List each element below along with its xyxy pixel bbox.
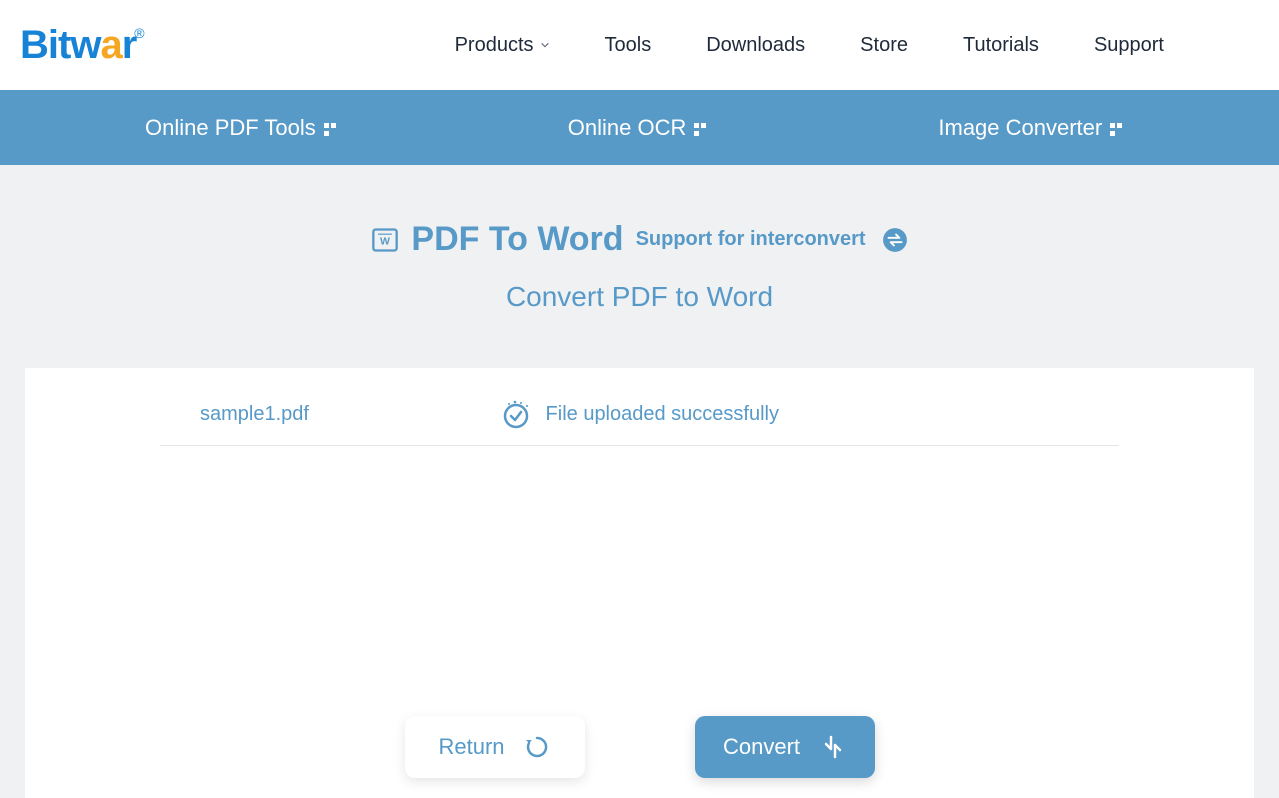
return-icon [523,733,551,761]
chevron-down-icon [540,40,550,50]
main-header: Bitwar ® Products Tools Downloads Store … [0,0,1279,90]
nav-tutorials-label: Tutorials [963,34,1039,57]
nav-store-label: Store [860,34,908,57]
return-button-label: Return [438,734,504,760]
interconvert-icon [882,227,908,253]
page-title-text: PDF To Word [411,220,623,259]
grid-icon [1110,123,1124,137]
word-document-icon: W [371,226,399,254]
subnav-image-converter-label: Image Converter [938,115,1102,141]
nav-downloads[interactable]: Downloads [706,34,805,57]
nav-downloads-label: Downloads [706,34,805,57]
nav-tools-label: Tools [605,34,652,57]
file-row: sample1.pdf File uploaded successfully [160,393,1119,446]
page-heading: W PDF To Word Support for interconvert C… [0,220,1279,313]
subnav-pdf-tools-label: Online PDF Tools [145,115,316,141]
page-subtitle: Convert PDF to Word [0,281,1279,313]
nav-tutorials[interactable]: Tutorials [963,34,1039,57]
subnav-ocr-label: Online OCR [568,115,687,141]
upload-status-text: File uploaded successfully [546,403,779,426]
nav-store[interactable]: Store [860,34,908,57]
main-navigation: Products Tools Downloads Store Tutorials… [455,34,1259,57]
file-status: File uploaded successfully [500,398,779,430]
nav-products-label: Products [455,34,534,57]
nav-products[interactable]: Products [455,34,550,57]
brand-logo[interactable]: Bitwar ® [20,23,145,68]
convert-button[interactable]: Convert [695,716,875,778]
grid-icon [324,123,338,137]
nav-tools[interactable]: Tools [605,34,652,57]
success-check-icon [500,398,532,430]
sub-navigation: Online PDF Tools Online OCR Image Conver… [0,90,1279,165]
subnav-image-converter[interactable]: Image Converter [938,115,1124,141]
subnav-pdf-tools[interactable]: Online PDF Tools [145,115,338,141]
convert-button-label: Convert [723,734,800,760]
nav-support[interactable]: Support [1094,34,1164,57]
file-name: sample1.pdf [160,403,309,426]
upload-panel: sample1.pdf File uploaded successfully R… [25,368,1254,798]
nav-support-label: Support [1094,34,1164,57]
grid-icon [694,123,708,137]
convert-icon [818,733,846,761]
subnav-ocr[interactable]: Online OCR [568,115,709,141]
page-title-support: Support for interconvert [636,228,866,251]
svg-text:W: W [380,235,390,247]
action-buttons: Return Convert [25,716,1254,778]
return-button[interactable]: Return [405,716,585,778]
